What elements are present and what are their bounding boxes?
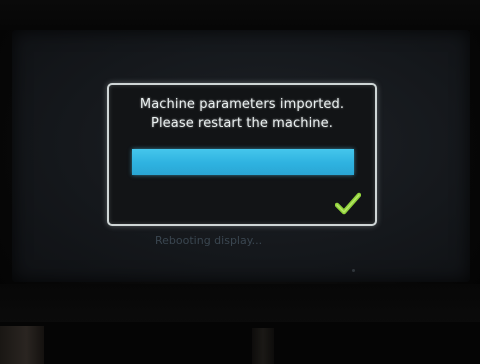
- photo-frame: Machine parameters imported. Please rest…: [0, 0, 480, 364]
- checkmark-icon: [335, 192, 361, 215]
- dialog-message-line-1: Machine parameters imported.: [139, 97, 345, 112]
- device-bezel-top: [0, 0, 480, 30]
- base-middle-post: [252, 328, 274, 364]
- screen-dust-speck: [352, 269, 355, 272]
- rebooting-status-text: Rebooting display...: [155, 234, 263, 247]
- device-bezel-bottom: [0, 284, 480, 324]
- import-progress-bar: [132, 149, 354, 175]
- device-base: [0, 322, 480, 364]
- import-progress-fill: [132, 149, 354, 175]
- base-left-edge: [0, 326, 44, 364]
- import-complete-dialog: Machine parameters imported. Please rest…: [107, 83, 377, 226]
- dialog-message-line-2: Please restart the machine.: [151, 116, 333, 131]
